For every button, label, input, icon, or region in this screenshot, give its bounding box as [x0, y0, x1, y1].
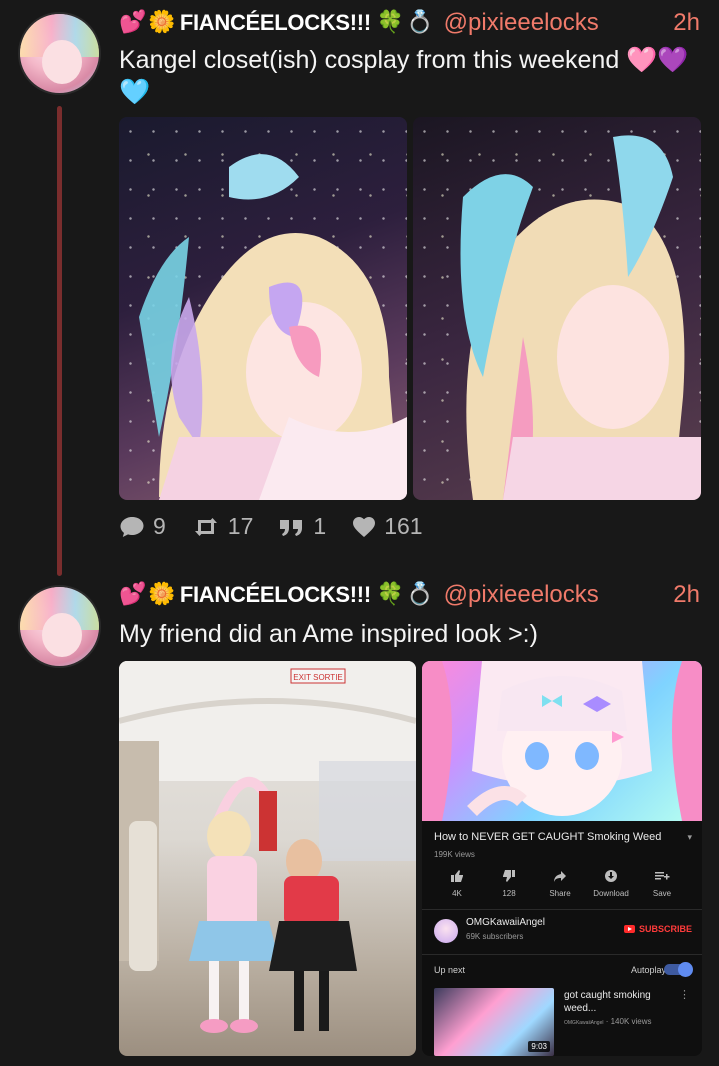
youtube-screenshot[interactable]: How to NEVER GET CAUGHT Smoking Weed ▾ 1…: [422, 661, 702, 1056]
post-header: 💕 🌼 FIANCÉELOCKS!!! 🍀 💍 @pixieeelocks: [119, 580, 599, 610]
next-video-thumbnail[interactable]: 9:03: [434, 988, 554, 1056]
like-button[interactable]: 161: [352, 513, 423, 540]
post-header: 💕 🌼 FIANCÉELOCKS!!! 🍀 💍 @pixieeelocks: [119, 8, 599, 38]
post-1: 💕 🌼 FIANCÉELOCKS!!! 🍀 💍 @pixieeelocks 2h…: [0, 0, 719, 580]
anime-art-icon: [422, 661, 702, 821]
dislike-count: 128: [502, 889, 516, 898]
emoji: 🍀: [376, 582, 405, 607]
avatar[interactable]: [18, 585, 101, 668]
save-label: Save: [652, 889, 672, 898]
timestamp[interactable]: 2h: [673, 581, 700, 609]
post-text: My friend did an Ame inspired look >:): [119, 620, 538, 648]
quote-count: 1: [313, 513, 327, 539]
autoplay-label: Autoplay: [630, 965, 666, 975]
reply-button[interactable]: 9: [119, 513, 166, 540]
photo-icon: [460, 135, 701, 500]
more-options-icon[interactable]: ⋮: [679, 988, 690, 1001]
quote-button[interactable]: 1: [279, 513, 326, 540]
avatar[interactable]: [18, 12, 101, 95]
subscribe-button[interactable]: SUBSCRIBE: [623, 924, 692, 934]
photo-icon: [139, 154, 407, 500]
share-icon: [554, 871, 566, 882]
photo-icon: EXIT SORTIE: [119, 661, 416, 1033]
share-button[interactable]: Share: [535, 869, 585, 898]
share-label: Share: [549, 889, 571, 898]
post-stats: 9 17 1 161: [119, 513, 449, 540]
download-icon: [605, 870, 617, 882]
next-video-title[interactable]: got caught smoking weed...: [564, 989, 664, 1015]
thumbs-down-icon: [503, 870, 515, 882]
up-next-label: Up next: [434, 965, 466, 975]
timestamp[interactable]: 2h: [673, 9, 700, 37]
handle[interactable]: @pixieeelocks: [444, 581, 599, 609]
post-text-line: 🩵: [119, 78, 151, 106]
video-title: How to NEVER GET CAUGHT Smoking Weed: [434, 831, 662, 843]
reply-icon: [120, 516, 144, 537]
quote-icon: [280, 519, 303, 536]
emoji: 🍀: [376, 10, 405, 35]
post-text-line: Kangel closet(ish) cosplay from this wee…: [119, 46, 689, 74]
photo-convention[interactable]: EXIT SORTIE: [119, 661, 416, 1056]
post-text: Kangel closet(ish) cosplay from this wee…: [119, 44, 699, 108]
channel-subscribers: 69K subscribers: [466, 932, 524, 941]
post-2: 💕 🌼 FIANCÉELOCKS!!! 🍀 💍 @pixieeelocks 2h…: [0, 580, 719, 1066]
save-icon: [655, 872, 670, 880]
subscribe-label: SUBSCRIBE: [638, 924, 692, 934]
repost-count: 17: [227, 513, 254, 539]
divider: [422, 909, 702, 910]
download-label: Download: [593, 889, 629, 898]
next-video-views: 140K views: [610, 1017, 652, 1026]
thumbs-up-icon: [451, 870, 463, 882]
next-video-channel: OMGKawaiiAngel: [564, 1020, 604, 1026]
thread-line: [57, 106, 62, 576]
exit-sign: EXIT SORTIE: [293, 673, 343, 682]
like-count: 161: [384, 513, 423, 539]
photo-2[interactable]: [413, 117, 701, 500]
emoji: 💕: [119, 582, 147, 607]
chevron-down-icon[interactable]: ▾: [687, 832, 692, 843]
emoji: 💍: [406, 10, 434, 35]
repost-button[interactable]: 17: [192, 513, 254, 540]
dislike-action-button[interactable]: 128: [484, 869, 534, 898]
video-views: 199K views: [434, 850, 475, 859]
emoji: 💍: [406, 582, 434, 607]
display-name[interactable]: FIANCÉELOCKS!!!: [180, 582, 371, 608]
download-button[interactable]: Download: [586, 869, 636, 898]
repost-icon: [194, 517, 217, 536]
handle[interactable]: @pixieeelocks: [444, 9, 599, 37]
reply-count: 9: [153, 513, 166, 539]
like-action-button[interactable]: 4K: [432, 869, 482, 898]
next-video-meta: OMGKawaiiAngel · 140K views: [564, 1017, 652, 1026]
video-duration: 9:03: [528, 1041, 550, 1052]
youtube-logo-icon: [623, 925, 635, 933]
like-count: 4K: [452, 889, 462, 898]
emoji: 🌼: [148, 582, 176, 607]
channel-avatar[interactable]: [434, 919, 458, 943]
emoji: 🌼: [148, 10, 176, 35]
save-button[interactable]: Save: [637, 869, 687, 898]
divider: [422, 954, 702, 955]
display-name[interactable]: FIANCÉELOCKS!!!: [180, 10, 371, 36]
autoplay-toggle[interactable]: [664, 962, 693, 977]
video-thumbnail[interactable]: [422, 661, 702, 821]
heart-icon: [353, 516, 376, 537]
photo-1[interactable]: [119, 117, 407, 500]
channel-name[interactable]: OMGKawaiiAngel: [466, 917, 545, 928]
emoji: 💕: [119, 10, 147, 35]
